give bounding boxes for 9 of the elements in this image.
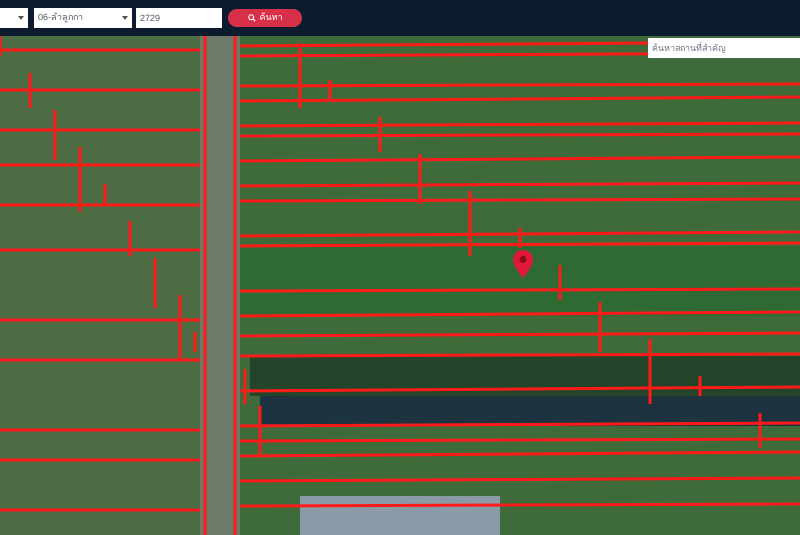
caret-icon — [122, 16, 128, 20]
parcel-number-field[interactable]: 2729 — [136, 8, 222, 28]
district-select[interactable]: 06-ลำลูกกา — [34, 8, 132, 28]
search-icon — [248, 14, 256, 22]
caret-icon — [18, 16, 24, 20]
place-search-field[interactable]: ค้นหาสถานที่สำคัญ — [648, 38, 800, 58]
location-pin-icon — [513, 250, 533, 278]
search-button[interactable]: ค้นหา — [228, 9, 302, 27]
select-field[interactable] — [0, 8, 28, 28]
